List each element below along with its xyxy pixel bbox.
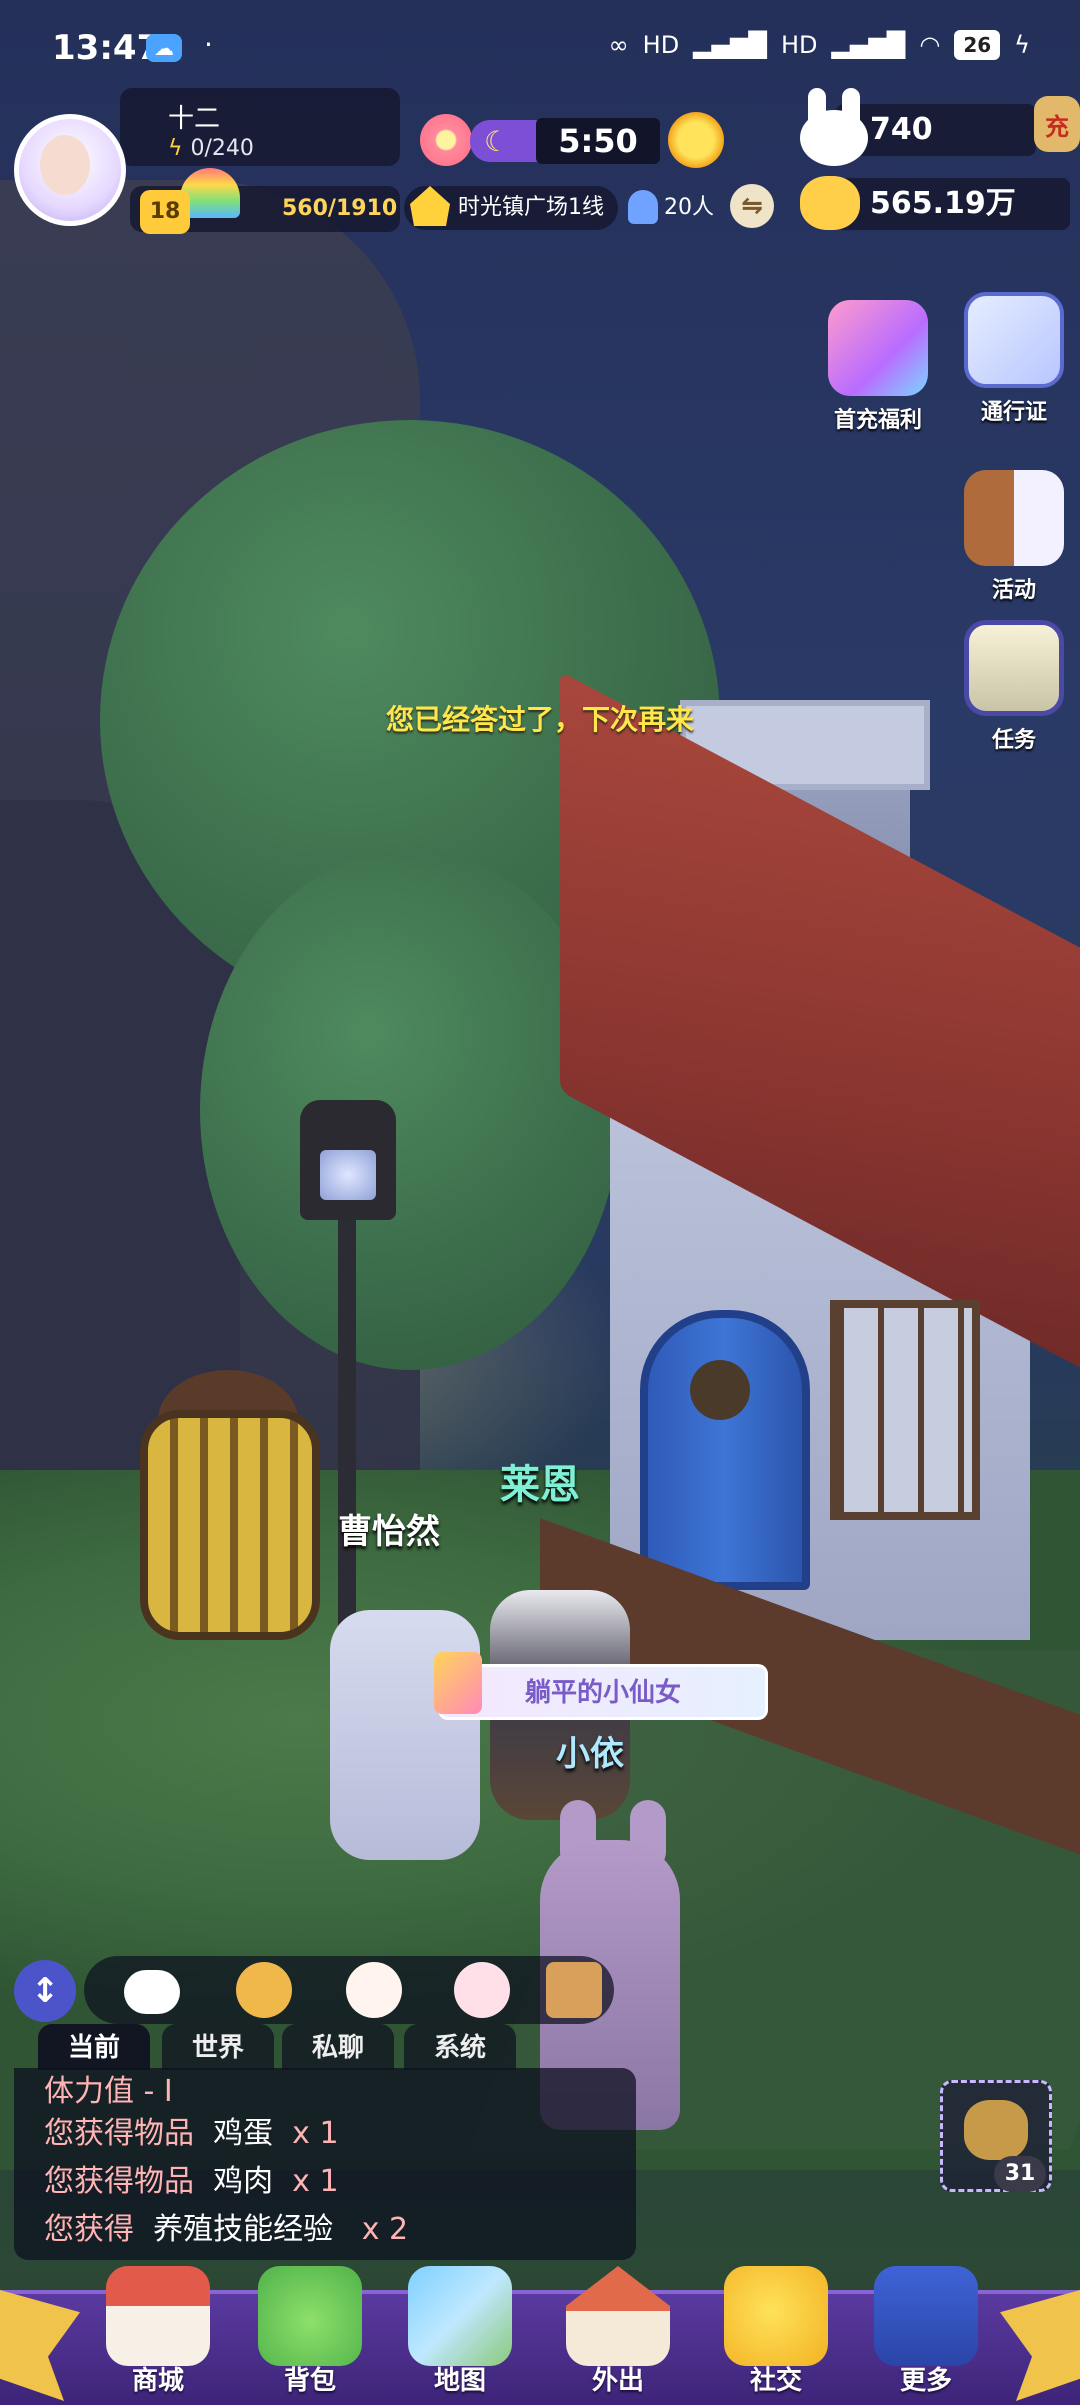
social-face-icon [724, 2266, 828, 2366]
nav-social[interactable]: 社交 [716, 2266, 836, 2397]
chat-tab-world[interactable]: 世界 [162, 2024, 274, 2070]
player-info-panel [120, 88, 400, 166]
chat-line: 您获得 养殖技能经验 x 2 [44, 2204, 408, 2248]
sun-icon[interactable] [668, 112, 724, 168]
bear-icon [800, 176, 860, 230]
chat-line-prefix: 您获得物品 [44, 2116, 194, 2151]
network-label-2: HD [781, 31, 818, 59]
event-icon [964, 470, 1064, 566]
lightning-icon: ϟ [168, 136, 183, 161]
flower-icon[interactable] [420, 114, 472, 166]
game-clock: 5:50 [536, 118, 660, 164]
nav-social-label: 社交 [749, 2366, 802, 2396]
gift-icon [828, 300, 928, 396]
home-emoji-icon[interactable] [546, 1962, 602, 2018]
nav-shop[interactable]: 商城 [98, 2266, 218, 2397]
door-ornament [690, 1360, 750, 1420]
chat-bubble-icon[interactable] [124, 1970, 180, 2014]
player-name-label[interactable]: 小依 [556, 1726, 624, 1775]
book-icon [874, 2266, 978, 2366]
stamina-value: 0/240 [190, 136, 254, 161]
event-button[interactable]: 活动 [954, 470, 1074, 604]
quick-item-count: 31 [994, 2156, 1046, 2192]
status-time: 13:47 [52, 28, 161, 68]
nav-shop-label: 商城 [131, 2366, 184, 2396]
map-icon [408, 2266, 512, 2366]
chat-tab-private[interactable]: 私聊 [282, 2024, 394, 2070]
grain-sack-icon [964, 2100, 1028, 2160]
signal-icon: ▂▄▆█ [693, 31, 767, 59]
notification-dot: · [204, 28, 213, 61]
level-badge: 18 [140, 190, 190, 234]
first-recharge-label: 首充福利 [833, 408, 922, 433]
charging-icon: ϟ [1014, 31, 1030, 59]
chat-line-qty: x 2 [361, 2212, 409, 2247]
chat-line-prefix: 体力值 - I [44, 2074, 173, 2109]
swap-icon[interactable]: ⇋ [730, 184, 774, 228]
xp-value: 560/1910 [282, 196, 398, 221]
shop-icon [106, 2266, 210, 2366]
signal-icon-2: ▂▄▆█ [831, 31, 906, 59]
lamp-post [338, 1180, 356, 1640]
player-title-tag: 躺平的小仙女 [438, 1664, 768, 1720]
cloud-icon: ☁ [146, 34, 182, 62]
outing-house-icon [566, 2266, 670, 2366]
pass-label: 通行证 [980, 400, 1047, 425]
recharge-button[interactable]: 充 [1034, 96, 1080, 152]
smile-emoji-icon[interactable] [346, 1962, 402, 2018]
chat-line: 您获得物品 鸡肉 x 1 [44, 2156, 339, 2200]
chat-log[interactable]: 体力值 - I 您获得物品 鸡蛋 x 1 您获得物品 鸡肉 x 1 您获得 养殖… [14, 2068, 636, 2260]
tree-canopy-lower [200, 850, 620, 1370]
chat-line-item: 鸡肉 [213, 2164, 274, 2199]
status-bar: 13:47 ☁ · ∞ HD ▂▄▆█ HD ▂▄▆█ ◠ 26 ϟ [0, 0, 1080, 100]
house-door[interactable] [640, 1310, 810, 1590]
backpack-icon [258, 2266, 362, 2366]
chat-line: 体力值 - I [44, 2068, 173, 2110]
wifi-icon: ◠ [919, 31, 941, 59]
avatar-face [40, 135, 90, 195]
title-badge-icon [434, 1652, 482, 1714]
nav-more[interactable]: 更多 [866, 2266, 986, 2397]
pass-icon [964, 292, 1064, 388]
bear-currency-amount: 565.19万 [836, 178, 1070, 230]
chat-line: 您获得物品 鸡蛋 x 1 [44, 2108, 339, 2152]
nav-outing[interactable]: 外出 [558, 2266, 678, 2397]
network-label-1: HD [642, 31, 680, 59]
bunny-icon [800, 110, 868, 166]
nav-map[interactable]: 地图 [400, 2266, 520, 2397]
pig-emoji-icon[interactable] [454, 1962, 510, 2018]
chat-line-qty: x 1 [292, 2164, 339, 2199]
npc-name-lain[interactable]: 莱恩 [500, 1452, 580, 1510]
pass-button[interactable]: 通行证 [954, 292, 1074, 426]
horn-icon[interactable] [236, 1962, 292, 2018]
nav-bag-label: 背包 [283, 2366, 336, 2396]
npc-name-cao[interactable]: 曹怡然 [338, 1504, 440, 1553]
moon-icon: ☾ [484, 125, 510, 158]
battery-level: 26 [954, 30, 1001, 60]
nav-more-label: 更多 [899, 2366, 952, 2396]
house-window [830, 1300, 980, 1520]
lamp-light [320, 1150, 376, 1200]
chat-line-item: 养殖技能经验 [153, 2212, 334, 2247]
nav-bag[interactable]: 背包 [250, 2266, 370, 2397]
bear-barrel[interactable] [140, 1410, 320, 1640]
chat-tab-system[interactable]: 系统 [404, 2024, 516, 2070]
chat-line-item: 鸡蛋 [213, 2116, 274, 2151]
first-recharge-button[interactable]: 首充福利 [818, 300, 938, 434]
event-label: 活动 [991, 578, 1036, 603]
link-icon: ∞ [608, 31, 629, 59]
person-icon [628, 190, 658, 224]
chat-line-prefix: 您获得 [44, 2212, 134, 2247]
toast-message: 您已经答过了，下次再来 [385, 703, 694, 736]
chat-line-prefix: 您获得物品 [44, 2164, 194, 2199]
status-indicators: ∞ HD ▂▄▆█ HD ▂▄▆█ ◠ 26 ϟ [609, 30, 1030, 60]
chat-line-qty: x 1 [292, 2116, 339, 2151]
stamina-display: ϟ 0/240 [168, 136, 254, 161]
player-character[interactable] [330, 1610, 480, 1860]
chat-tab-current[interactable]: 当前 [38, 2024, 150, 2070]
nav-map-label: 地图 [433, 2366, 486, 2396]
chat-resize-button[interactable]: ↕ [14, 1960, 76, 2022]
player-name: 十二 [168, 104, 221, 134]
